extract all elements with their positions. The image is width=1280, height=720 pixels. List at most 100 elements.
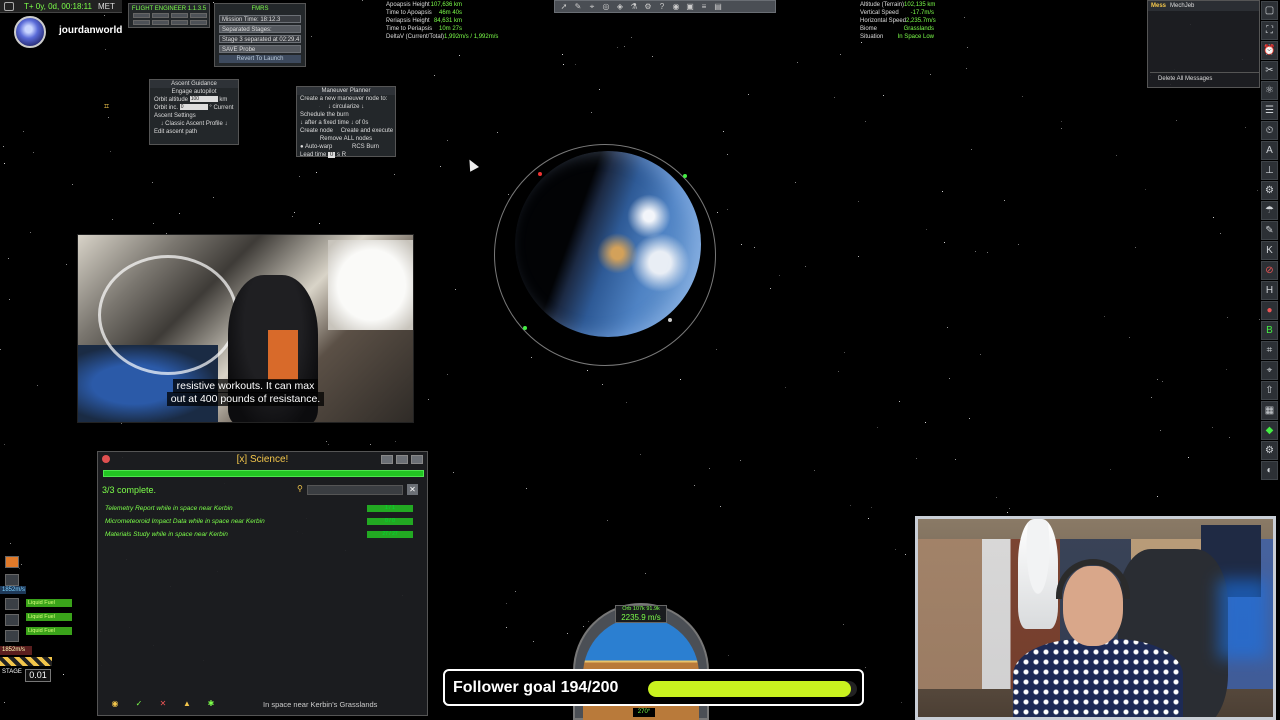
vessel-marker[interactable] xyxy=(668,318,672,322)
orbit-altitude-input[interactable]: 100 xyxy=(189,96,218,103)
star xyxy=(624,46,625,47)
tools-icon[interactable]: ✂ xyxy=(1261,61,1278,80)
gear-icon[interactable]: ⚙ xyxy=(643,2,653,11)
create-and-execute-button[interactable]: Create and execute xyxy=(341,128,393,134)
cog-icon[interactable]: ⚙ xyxy=(1261,441,1278,460)
rocket-icon[interactable]: ⇧ xyxy=(1261,381,1278,400)
map-icon[interactable]: ⌖ xyxy=(1261,361,1278,380)
close-icon[interactable]: ▢ xyxy=(1261,1,1278,20)
fe-button[interactable] xyxy=(133,13,150,18)
camera-icon[interactable]: ▣ xyxy=(685,2,695,11)
delete-all-messages-button[interactable]: Delete All Messages xyxy=(1158,75,1212,83)
fuel-tank-icon[interactable] xyxy=(5,598,19,610)
stage-icon[interactable] xyxy=(5,574,19,586)
eye-icon[interactable]: ◐ xyxy=(1261,461,1278,480)
follower-goal-label: Follower goal 194/200 xyxy=(453,679,619,696)
search-input[interactable] xyxy=(307,485,403,495)
kis-icon[interactable]: K xyxy=(1261,241,1278,260)
clear-search-button[interactable]: ✕ xyxy=(407,484,418,495)
stage-counter: 0.01 xyxy=(25,669,51,682)
fe-button[interactable] xyxy=(190,20,207,25)
tab-mechjeb[interactable]: MechJeb xyxy=(1170,2,1194,10)
edit-ascent-path-button[interactable]: Edit ascent path xyxy=(150,128,238,136)
ascent-profile-select[interactable]: ↓ Classic Ascent Profile ↓ xyxy=(150,120,238,128)
flask-icon[interactable]: ⚗ xyxy=(629,2,639,11)
thermometer-icon[interactable]: ⊥ xyxy=(1261,161,1278,180)
settings-icon[interactable]: ✱ xyxy=(204,697,218,710)
alarm-icon[interactable]: ⏰ xyxy=(1261,41,1278,60)
close-icon[interactable] xyxy=(411,455,423,464)
ascent-settings-button[interactable]: Ascent Settings xyxy=(150,112,238,120)
schedule-select[interactable]: ↓ after a fixed time ↓ of 0s xyxy=(297,119,395,127)
chart-icon[interactable]: ▤ xyxy=(713,2,723,11)
a-icon[interactable]: A xyxy=(1261,141,1278,160)
no-icon[interactable]: ⊘ xyxy=(1261,261,1278,280)
lock-icon[interactable]: ▲ xyxy=(180,697,194,710)
bracket-icon[interactable]: ⌗ xyxy=(1261,341,1278,360)
wrench-icon[interactable]: ✎ xyxy=(1261,221,1278,240)
fe-button[interactable] xyxy=(171,20,188,25)
fe-button[interactable] xyxy=(133,20,150,25)
rcs-burn-checkbox[interactable]: RCS Burn xyxy=(352,144,379,150)
settings-icon[interactable] xyxy=(396,455,408,464)
remove-all-nodes-button[interactable]: Remove ALL nodes xyxy=(297,135,395,143)
atom-icon[interactable]: ⚛ xyxy=(1261,81,1278,100)
b-icon[interactable]: B xyxy=(1261,321,1278,340)
antenna-icon[interactable]: ⌖ xyxy=(587,2,597,11)
revert-to-launch-button[interactable]: Revert To Launch xyxy=(219,55,301,63)
maneuver-type-select[interactable]: ↓ circularize ↓ xyxy=(297,103,395,111)
help-icon[interactable]: ? xyxy=(657,2,667,11)
engage-autopilot-button[interactable]: Engage autopilot xyxy=(150,88,238,96)
help-icon[interactable] xyxy=(381,455,393,464)
maximize-icon[interactable]: ⛶ xyxy=(1261,21,1278,40)
stage-icon[interactable] xyxy=(5,556,19,568)
fmrs-stage-row[interactable]: Stage 3 separated at 02:29.4 xyxy=(219,35,301,43)
star xyxy=(861,42,862,43)
reset-button[interactable]: R xyxy=(342,152,346,158)
wrench-icon[interactable]: ✎ xyxy=(573,2,583,11)
fmrs-save-row[interactable]: SAVE Probe xyxy=(219,45,301,53)
stats-icon[interactable]: ▦ xyxy=(1261,401,1278,420)
star xyxy=(980,354,981,355)
stage-button[interactable] xyxy=(0,657,52,666)
maneuver-node-icon[interactable]: ⌗ xyxy=(104,102,113,111)
lead-time-input[interactable]: 0 xyxy=(328,152,336,158)
fuel-tank-icon[interactable] xyxy=(5,614,19,626)
close-icon[interactable] xyxy=(102,455,110,463)
h-icon[interactable]: H xyxy=(1261,281,1278,300)
parachute-icon[interactable]: ☂ xyxy=(1261,201,1278,220)
descending-node-marker[interactable] xyxy=(523,326,527,330)
alarm-icon[interactable]: ⏲ xyxy=(1261,121,1278,140)
rocket-icon[interactable]: ➚ xyxy=(559,2,569,11)
fe-button[interactable] xyxy=(152,20,169,25)
x-icon[interactable]: ✕ xyxy=(156,697,170,710)
globe-icon[interactable]: ◉ xyxy=(671,2,681,11)
check-icon[interactable]: ✓ xyxy=(132,697,146,710)
auto-warp-checkbox[interactable]: ● Auto-warp xyxy=(300,144,332,150)
pin-icon[interactable]: ● xyxy=(1261,301,1278,320)
navball-speed-display[interactable]: Orb 107k 91.9k 2235.9 m/s xyxy=(615,605,667,623)
node-icon[interactable]: ◈ xyxy=(615,2,625,11)
fe-button[interactable] xyxy=(190,13,207,18)
fuel-tank-icon[interactable] xyxy=(5,630,19,642)
map-view[interactable] xyxy=(494,144,716,366)
calendar-icon[interactable] xyxy=(4,2,14,11)
create-node-button[interactable]: Create node xyxy=(300,128,333,134)
cube-icon[interactable]: ◆ xyxy=(1261,421,1278,440)
experiment-row[interactable]: Micrometeoroid Impact Data while in spac… xyxy=(105,517,421,526)
cog-icon[interactable]: ⚙ xyxy=(1261,181,1278,200)
fe-button[interactable] xyxy=(152,13,169,18)
experiment-row[interactable]: Telemetry Report while in space near Ker… xyxy=(105,504,421,513)
filter-icon[interactable]: ◉ xyxy=(108,697,122,710)
star xyxy=(716,349,717,350)
list-icon[interactable]: ☰ xyxy=(1261,101,1278,120)
target-icon[interactable]: ◎ xyxy=(601,2,611,11)
orbit-inc-input[interactable]: 0 xyxy=(179,104,208,111)
list-icon[interactable]: ≡ xyxy=(699,2,709,11)
tab-messages[interactable]: Mess xyxy=(1151,2,1166,10)
fe-button[interactable] xyxy=(171,13,188,18)
apoapsis-marker[interactable] xyxy=(538,172,542,176)
current-button[interactable]: Current xyxy=(213,105,233,111)
ascending-node-marker[interactable] xyxy=(683,174,687,178)
experiment-row[interactable]: Materials Study while in space near Kerb… xyxy=(105,530,421,539)
